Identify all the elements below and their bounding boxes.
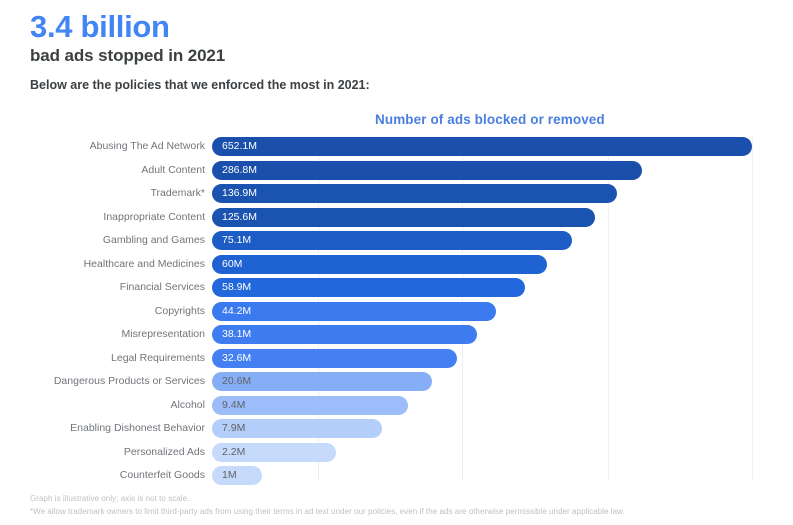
bar-rows: Abusing The Ad Network 652.1M Adult Conten… xyxy=(0,137,793,485)
bar: 44.2M xyxy=(212,301,496,321)
chart-title: Number of ads blocked or removed xyxy=(375,112,605,127)
bar-row: Gambling and Games 75.1M xyxy=(0,231,793,254)
bar-chart: Abusing The Ad Network 652.1M Adult Conten… xyxy=(0,137,793,485)
bar-value-label: 32.6M xyxy=(222,351,252,364)
bar-value-label: 60M xyxy=(222,257,243,270)
category-label: Copyrights xyxy=(154,304,205,317)
bar-value-label: 2.2M xyxy=(222,445,246,458)
bar-value-label: 652.1M xyxy=(222,140,258,152)
bar-value-label: 136.9M xyxy=(222,187,258,199)
category-label: Misrepresentation xyxy=(121,328,205,340)
infographic-page: 3.4 billion bad ads stopped in 2021 Belo… xyxy=(0,0,793,525)
bar-value-label: 9.4M xyxy=(222,398,246,411)
bar: 38.1M xyxy=(212,325,477,344)
bar-row: Misrepresentation 38.1M xyxy=(0,325,793,348)
category-label: Dangerous Products or Services xyxy=(53,375,205,387)
category-label: Abusing The Ad Network xyxy=(89,140,205,152)
footnote-axis-disclaimer: Graph is illustrative only; axis is not … xyxy=(30,494,190,503)
bar-value-label: 1M xyxy=(222,469,237,481)
bar-row: Counterfeit Goods 1M xyxy=(0,466,793,489)
bar-row: Alcohol 9.4M xyxy=(0,395,793,419)
bar-row: Financial Services 58.9M xyxy=(0,278,793,301)
bar-row: Legal Requirements 32.6M xyxy=(0,348,793,372)
bar-value-label: 38.1M xyxy=(222,328,252,340)
bar: 136.9M xyxy=(212,184,617,203)
category-label: Adult Content xyxy=(141,163,205,176)
bar-row: Healthcare and Medicines 60M xyxy=(0,254,793,278)
category-label: Trademark* xyxy=(150,187,205,199)
category-label: Enabling Dishonest Behavior xyxy=(70,422,205,434)
bar-value-label: 7.9M xyxy=(222,422,246,434)
category-label: Alcohol xyxy=(170,398,205,411)
bar: 7.9M xyxy=(212,419,382,438)
bar-value-label: 20.6M xyxy=(222,375,252,387)
bar-value-label: 75.1M xyxy=(222,234,252,246)
bar: 60M xyxy=(212,254,547,274)
bar-row: Inappropriate Content 125.6M xyxy=(0,207,793,231)
category-label: Counterfeit Goods xyxy=(119,469,205,481)
category-label: Healthcare and Medicines xyxy=(83,257,205,270)
bar-row: Personalized Ads 2.2M xyxy=(0,442,793,466)
bar-row: Abusing The Ad Network 652.1M xyxy=(0,137,793,160)
bar: 32.6M xyxy=(212,348,457,368)
bar: 2.2M xyxy=(212,442,336,462)
bar: 652.1M xyxy=(212,137,752,156)
category-label: Legal Requirements xyxy=(111,351,205,364)
headline: 3.4 billion xyxy=(30,9,170,44)
category-label: Personalized Ads xyxy=(123,445,205,458)
bar-value-label: 58.9M xyxy=(222,281,252,293)
bar: 20.6M xyxy=(212,372,432,391)
bar-value-label: 286.8M xyxy=(222,163,258,176)
category-label: Gambling and Games xyxy=(102,234,205,246)
bar: 125.6M xyxy=(212,207,595,227)
bar-row: Dangerous Products or Services 20.6M xyxy=(0,372,793,395)
bar: 58.9M xyxy=(212,278,525,297)
bar: 1M xyxy=(212,466,262,485)
bar: 9.4M xyxy=(212,395,408,415)
lede-text: Below are the policies that we enforced … xyxy=(30,78,370,92)
bar-value-label: 44.2M xyxy=(222,304,252,317)
footnote-trademark: *We allow trademark owners to limit thir… xyxy=(30,507,625,516)
category-label: Inappropriate Content xyxy=(103,210,205,223)
subheadline: bad ads stopped in 2021 xyxy=(30,46,226,65)
bar-row: Copyrights 44.2M xyxy=(0,301,793,325)
bar: 286.8M xyxy=(212,160,642,180)
bar-row: Enabling Dishonest Behavior 7.9M xyxy=(0,419,793,442)
bar: 75.1M xyxy=(212,231,572,250)
category-label: Financial Services xyxy=(119,281,205,293)
bar-value-label: 125.6M xyxy=(222,210,258,223)
bar-row: Trademark* 136.9M xyxy=(0,184,793,207)
bar-row: Adult Content 286.8M xyxy=(0,160,793,184)
